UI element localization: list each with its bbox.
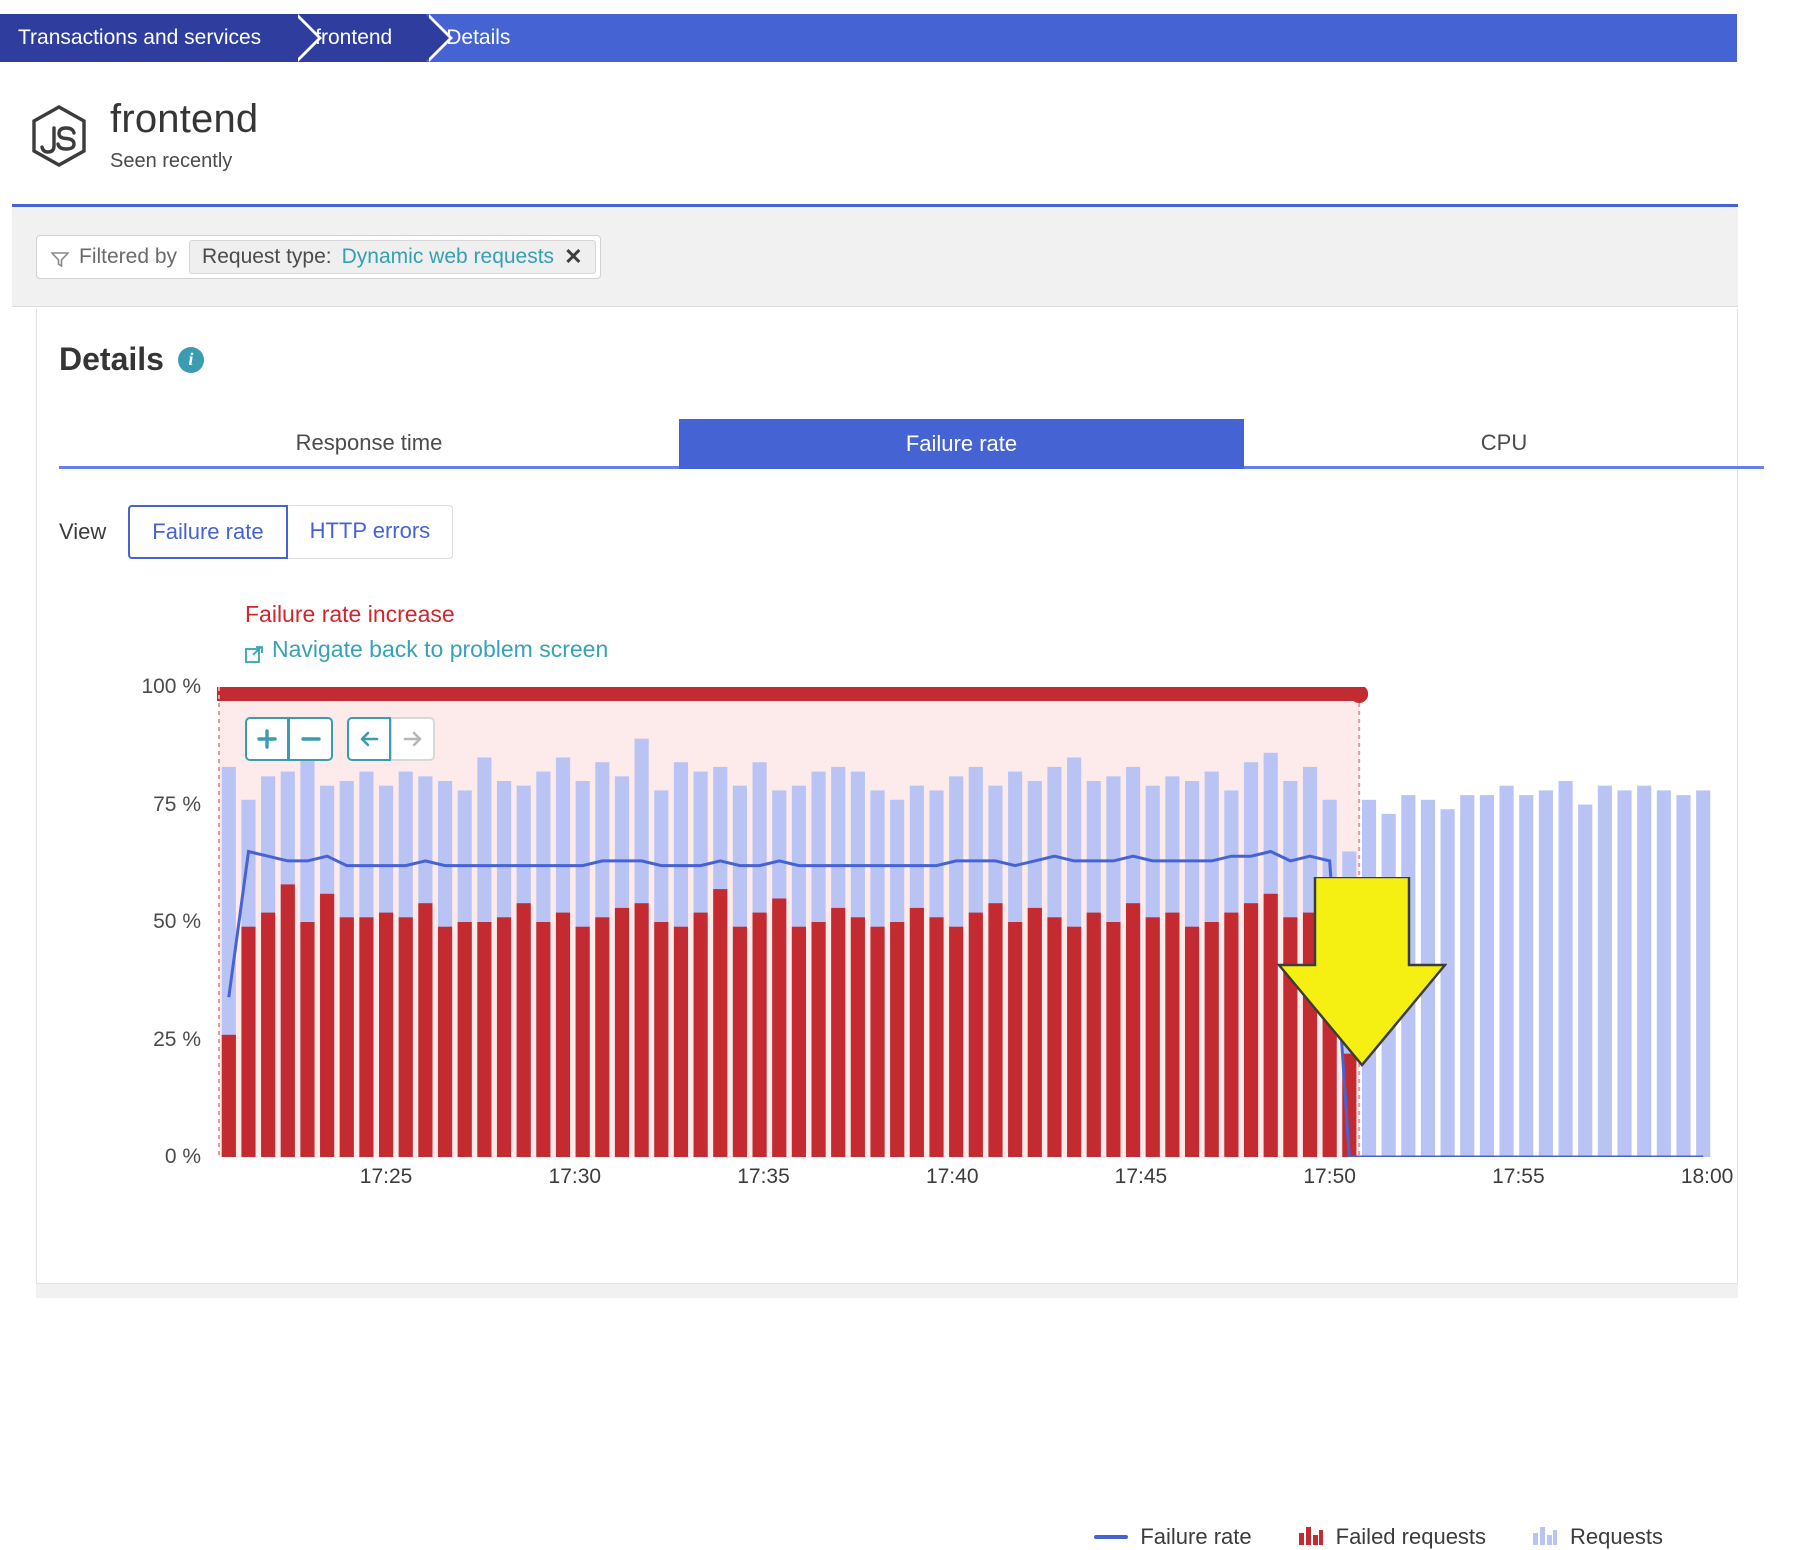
view-option-http-errors[interactable]: HTTP errors	[288, 505, 454, 559]
legend-label: Requests	[1570, 1524, 1663, 1550]
filtered-by-text: Filtered by	[79, 245, 177, 269]
zoom-out-button[interactable]	[289, 717, 333, 761]
tab-label: Response time	[296, 430, 443, 456]
bars-swatch-icon	[1298, 1525, 1324, 1550]
x-axis-tick-label: 17:45	[1115, 1165, 1168, 1189]
x-axis-tick-label: 17:25	[360, 1165, 413, 1189]
view-toggle-row: View Failure rate HTTP errors	[59, 505, 453, 559]
entity-header: frontend Seen recently	[0, 84, 1737, 196]
zoom-in-button[interactable]	[245, 717, 289, 761]
filter-funnel-icon	[51, 249, 69, 265]
tab-response-time[interactable]: Response time	[59, 419, 679, 469]
legend-label: Failure rate	[1140, 1524, 1251, 1550]
line-swatch-icon	[1094, 1535, 1128, 1539]
x-axis-tick-label: 17:55	[1492, 1165, 1545, 1189]
section-title: Details	[59, 341, 164, 378]
x-axis-tick-label: 17:35	[737, 1165, 790, 1189]
page-title: frontend	[110, 98, 258, 140]
view-label: View	[59, 519, 106, 545]
legend-item-failure-rate[interactable]: Failure rate	[1094, 1524, 1251, 1550]
tab-cpu[interactable]: CPU	[1244, 419, 1764, 469]
breadcrumb-label: Details	[446, 26, 510, 50]
x-axis-tick-label: 17:40	[926, 1165, 979, 1189]
tab-label: Failure rate	[906, 431, 1017, 457]
info-icon[interactable]: i	[178, 347, 204, 373]
problem-annotation: Failure rate increase Navigate back to p…	[245, 599, 608, 665]
breadcrumb-item-transactions[interactable]: Transactions and services	[0, 14, 295, 62]
filter-chip-key: Request type:	[202, 245, 332, 269]
x-axis: 17:2517:3017:3517:4017:4517:5017:5518:00	[59, 1165, 1719, 1199]
legend-label: Failed requests	[1336, 1524, 1486, 1550]
details-card: Details i Response time Failure rate CPU…	[36, 309, 1738, 1283]
bars-swatch-icon	[1532, 1525, 1558, 1550]
view-option-label: HTTP errors	[310, 518, 431, 543]
pan-group	[347, 717, 435, 761]
view-segmented-control: Failure rate HTTP errors	[128, 505, 453, 559]
entity-status: Seen recently	[110, 150, 258, 173]
breadcrumb-label: Transactions and services	[18, 26, 261, 50]
failure-rate-chart: Failure rate increase Navigate back to p…	[59, 599, 1719, 1249]
pan-right-button	[391, 717, 435, 761]
filter-chip-request-type[interactable]: Request type: Dynamic web requests ✕	[189, 240, 595, 274]
metric-tabs: Response time Failure rate CPU	[59, 419, 1719, 469]
view-option-label: Failure rate	[152, 519, 263, 544]
filtered-by-label: Filtered by	[37, 236, 189, 278]
tab-label: CPU	[1481, 430, 1527, 456]
details-header: Details i	[37, 309, 1737, 378]
problem-title: Failure rate increase	[245, 599, 608, 630]
navigate-back-link[interactable]: Navigate back to problem screen	[245, 634, 608, 665]
callout-arrow-icon	[1277, 877, 1447, 1072]
x-axis-tick-label: 18:00	[1681, 1165, 1734, 1189]
navigate-back-label: Navigate back to problem screen	[272, 634, 608, 665]
filter-control[interactable]: Filtered by Request type: Dynamic web re…	[36, 235, 601, 279]
legend-item-failed-requests[interactable]: Failed requests	[1298, 1524, 1486, 1550]
legend-item-requests[interactable]: Requests	[1532, 1524, 1663, 1550]
view-option-failure-rate[interactable]: Failure rate	[128, 505, 287, 559]
x-axis-tick-label: 17:50	[1303, 1165, 1356, 1189]
pan-left-button[interactable]	[347, 717, 391, 761]
chart-legend: Failure rate Failed requests	[59, 1524, 1719, 1550]
tab-failure-rate[interactable]: Failure rate	[679, 419, 1244, 469]
chart-zoom-controls	[245, 717, 435, 761]
external-link-icon	[245, 641, 263, 659]
breadcrumb-label: frontend	[315, 26, 392, 50]
x-axis-tick-label: 17:30	[549, 1165, 602, 1189]
card-footer-strip	[36, 1283, 1738, 1298]
filter-chip-value: Dynamic web requests	[342, 245, 554, 269]
close-icon[interactable]: ✕	[564, 246, 582, 268]
zoom-group	[245, 717, 333, 761]
nodejs-js-hexagon-icon	[30, 104, 88, 168]
filter-bar: Filtered by Request type: Dynamic web re…	[12, 207, 1738, 307]
breadcrumb: Transactions and services frontend Detai…	[0, 14, 1737, 62]
